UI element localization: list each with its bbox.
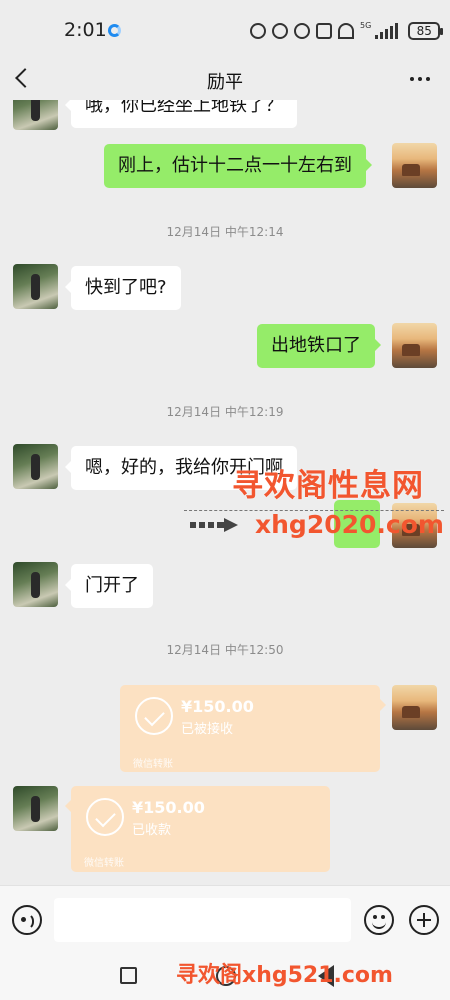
- data-saver-icon: [250, 23, 266, 39]
- status-time: 2:01: [64, 19, 107, 41]
- check-circle-icon: [135, 697, 173, 735]
- message-input[interactable]: [54, 898, 351, 942]
- transfer-status: 已被接收: [181, 722, 234, 737]
- headphones-icon: [272, 23, 288, 39]
- watermark-url: xhg2020.com: [255, 510, 444, 539]
- plus-icon[interactable]: [409, 905, 439, 935]
- timestamp: 12月14日 中午12:19: [166, 405, 284, 419]
- contact-avatar[interactable]: [13, 444, 58, 489]
- transfer-status: 已收款: [132, 823, 172, 838]
- message-bubble-in[interactable]: 哦，你已经坐上地铁了？: [65, 100, 297, 128]
- timestamp: 12月14日 中午12:14: [166, 225, 284, 239]
- mute-icon: [316, 23, 332, 39]
- emoji-icon[interactable]: [364, 905, 394, 935]
- signal-icon: [375, 23, 399, 39]
- chat-title: 励平: [207, 72, 243, 93]
- wifi-icon: [338, 23, 354, 39]
- transfer-card-out[interactable]: ¥150.00 已被接收 微信转账: [120, 685, 386, 772]
- transfer-card-in[interactable]: ¥150.00 已收款 微信转账: [65, 786, 330, 872]
- alarm-icon: [294, 23, 310, 39]
- sync-icon: [108, 24, 121, 37]
- network-label: 5G: [360, 20, 372, 30]
- battery-icon: 85: [408, 22, 444, 40]
- timestamp: 12月14日 中午12:50: [166, 643, 284, 657]
- message-bubble-in[interactable]: 门开了: [65, 564, 153, 608]
- my-avatar[interactable]: [392, 143, 437, 188]
- message-bubble-in[interactable]: 快到了吧?: [65, 266, 181, 310]
- chat-header: 励平: [0, 60, 450, 100]
- recent-apps-icon[interactable]: [120, 967, 137, 984]
- my-avatar[interactable]: [392, 323, 437, 368]
- message-bubble-out[interactable]: 刚上，估计十二点一十左右到: [104, 144, 372, 188]
- status-bar: 2:01 5G 85: [0, 0, 450, 60]
- contact-avatar[interactable]: [13, 100, 58, 130]
- my-avatar[interactable]: [392, 685, 437, 730]
- contact-avatar[interactable]: [13, 264, 58, 309]
- transfer-amount: ¥150.00: [132, 798, 205, 817]
- watermark-bottom: 寻欢阁xhg521.com: [176, 963, 393, 988]
- watermark-title: 寻欢阁性息网: [232, 468, 424, 504]
- transfer-label: 微信转账: [84, 858, 124, 869]
- transfer-amount: ¥150.00: [181, 697, 254, 716]
- more-icon[interactable]: [410, 77, 430, 81]
- voice-icon[interactable]: [12, 905, 42, 935]
- input-bar: [0, 885, 450, 955]
- check-circle-icon: [86, 798, 124, 836]
- transfer-label: 微信转账: [133, 759, 173, 770]
- status-icons: 5G 85: [250, 20, 444, 42]
- message-bubble-out[interactable]: 出地铁口了: [257, 324, 381, 368]
- contact-avatar[interactable]: [13, 786, 58, 831]
- watermark-arrow-icon: [190, 518, 238, 532]
- contact-avatar[interactable]: [13, 562, 58, 607]
